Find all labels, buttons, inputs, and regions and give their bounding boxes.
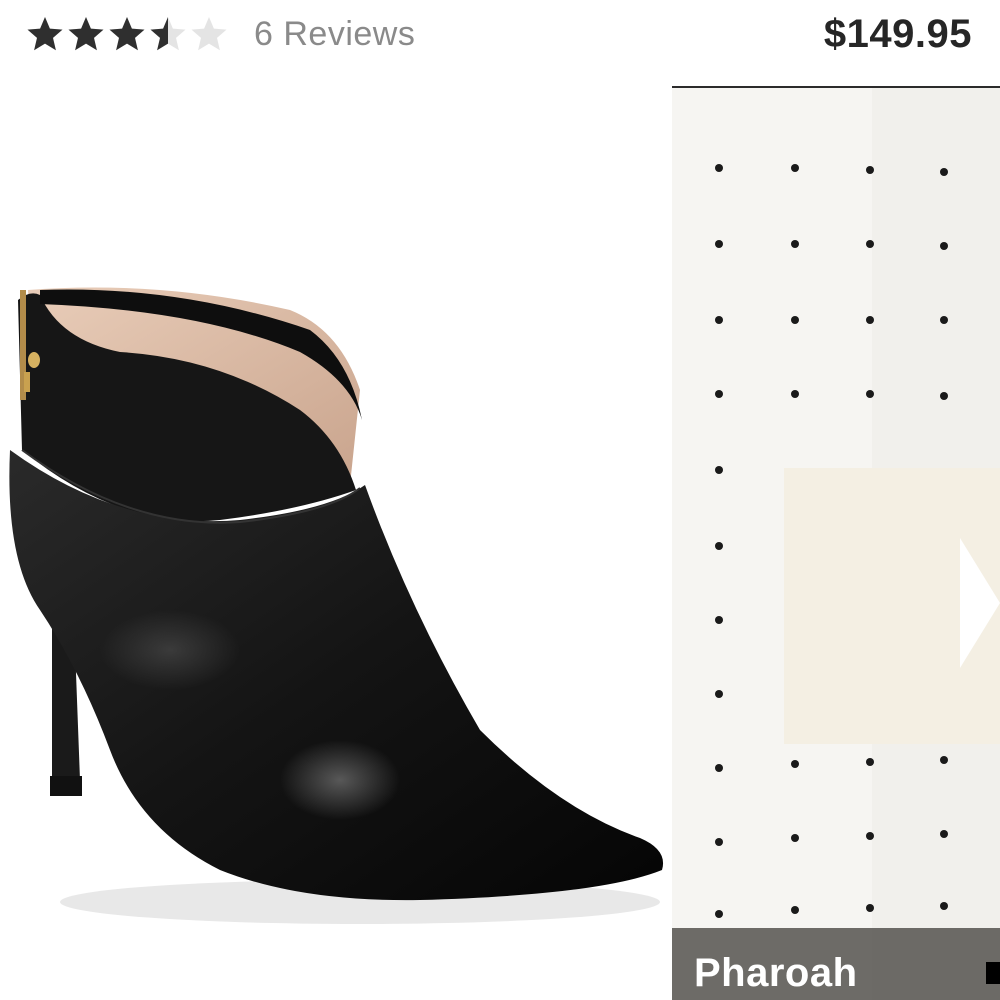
reviews-link[interactable]: 6 Reviews: [254, 15, 415, 54]
star-rating[interactable]: [26, 15, 228, 53]
star-icon: [26, 15, 64, 53]
bootie-icon: [9, 287, 664, 924]
star-icon: [67, 15, 105, 53]
video-thumbnail[interactable]: Pharoah: [672, 86, 1000, 1000]
video-caption: Pharoah: [694, 951, 858, 995]
rating-row: 6 Reviews: [26, 6, 415, 62]
star-icon: [190, 15, 228, 53]
star-icon: [149, 15, 187, 53]
product-page: 6 Reviews $149.95 Pharoah: [0, 0, 1000, 1000]
star-icon: [108, 15, 146, 53]
caption-marker-icon: [986, 962, 1000, 984]
play-icon[interactable]: [960, 538, 1000, 668]
price: $149.95: [823, 12, 972, 56]
product-image[interactable]: [0, 90, 672, 1000]
